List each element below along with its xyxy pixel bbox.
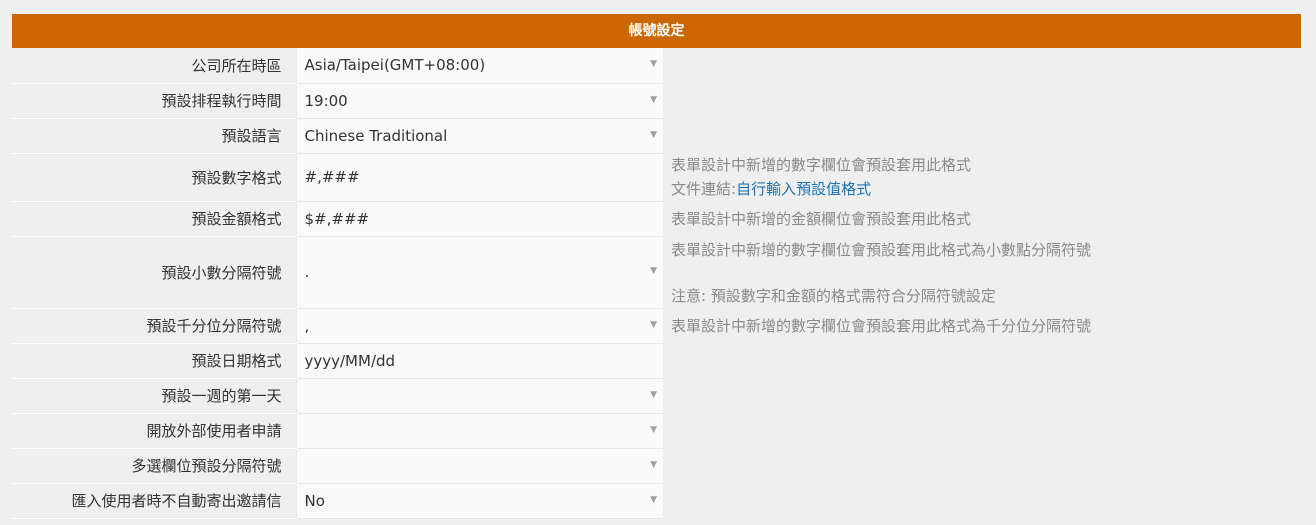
setting-note — [663, 118, 1091, 153]
setting-row-language: 預設語言 Chinese Traditional ▼ — [12, 118, 1091, 154]
caret-down-icon: ▼ — [650, 319, 657, 330]
select-value: , — [304, 316, 310, 335]
currency-format-note: 表單設計中新增的金額欄位會預設套用此格式 — [671, 209, 972, 228]
decimal-separator-select[interactable]: . ▼ — [295, 236, 663, 309]
panel-header: 帳號設定 — [12, 14, 1301, 48]
setting-label: 多選欄位預設分隔符號 — [12, 448, 296, 484]
caret-down-icon: ▼ — [650, 59, 657, 70]
input-value: $#,### — [304, 209, 370, 228]
setting-label: 預設小數分隔符號 — [12, 236, 296, 309]
select-value: No — [304, 491, 325, 510]
setting-label: 預設千分位分隔符號 — [12, 308, 296, 344]
language-select[interactable]: Chinese Traditional ▼ — [295, 118, 663, 154]
setting-row-schedule-time: 預設排程執行時間 19:00 ▼ — [12, 83, 1091, 119]
setting-note — [663, 448, 1091, 483]
setting-note — [663, 413, 1091, 448]
caret-down-icon: ▼ — [650, 129, 657, 140]
setting-row-first-day-of-week: 預設一週的第一天 ▼ — [12, 378, 1091, 414]
caret-down-icon: ▼ — [650, 94, 657, 105]
setting-label: 開放外部使用者申請 — [12, 413, 296, 449]
select-value: Chinese Traditional — [304, 126, 448, 145]
caret-down-icon: ▼ — [650, 389, 657, 400]
setting-label: 匯入使用者時不自動寄出邀請信 — [12, 483, 296, 519]
caret-down-icon: ▼ — [650, 459, 657, 470]
doc-link-prefix: 文件連結: — [671, 180, 737, 198]
setting-label: 預設數字格式 — [12, 153, 296, 202]
note-text: 表單設計中新增的數字欄位會預設套用此格式 — [671, 156, 972, 174]
input-value: #,### — [304, 168, 360, 186]
import-no-invite-select[interactable]: No ▼ — [295, 483, 663, 519]
multiselect-separator-select[interactable]: ▼ — [295, 448, 663, 484]
first-day-of-week-select[interactable]: ▼ — [295, 378, 663, 414]
settings-table: 公司所在時區 Asia/Taipei(GMT+08:00) ▼ 預設排程執行時間… — [12, 48, 1091, 519]
currency-format-input[interactable]: $#,### — [295, 201, 663, 237]
setting-note — [663, 483, 1091, 518]
setting-note — [663, 83, 1091, 118]
caret-down-icon: ▼ — [650, 424, 657, 435]
setting-row-currency-format: 預設金額格式 $#,### 表單設計中新增的金額欄位會預設套用此格式 — [12, 201, 1091, 237]
number-format-input[interactable]: #,### — [295, 153, 663, 202]
setting-row-decimal-separator: 預設小數分隔符號 . ▼ 表單設計中新增的數字欄位會預設套用此格式為小數點分隔符… — [12, 236, 1091, 309]
setting-note — [663, 48, 1091, 83]
setting-row-number-format: 預設數字格式 #,### 表單設計中新增的數字欄位會預設套用此格式 文件連結:自… — [12, 153, 1091, 202]
note-text: 表單設計中新增的數字欄位會預設套用此格式為小數點分隔符號 — [671, 241, 1092, 259]
timezone-select[interactable]: Asia/Taipei(GMT+08:00) ▼ — [295, 48, 663, 84]
setting-row-multiselect-separator: 多選欄位預設分隔符號 ▼ — [12, 448, 1091, 484]
caret-down-icon: ▼ — [650, 266, 657, 276]
thousand-separator-select[interactable]: , ▼ — [295, 308, 663, 344]
setting-row-date-format: 預設日期格式 yyyy/MM/dd — [12, 343, 1091, 379]
number-format-note: 表單設計中新增的數字欄位會預設套用此格式 文件連結:自行輸入預設值格式 — [663, 153, 1091, 201]
warning-text: 注意: 預設數字和金額的格式需符合分隔符號設定 — [671, 287, 996, 305]
setting-row-external-user-application: 開放外部使用者申請 ▼ — [12, 413, 1091, 449]
schedule-time-select[interactable]: 19:00 ▼ — [295, 83, 663, 119]
account-settings-panel: 帳號設定 公司所在時區 Asia/Taipei(GMT+08:00) ▼ 預設排… — [12, 14, 1301, 519]
external-user-application-select[interactable]: ▼ — [295, 413, 663, 449]
doc-link-line: 文件連結:自行輸入預設值格式 — [671, 177, 1091, 201]
thousand-separator-note: 表單設計中新增的數字欄位會預設套用此格式為千分位分隔符號 — [671, 316, 1092, 335]
date-format-input[interactable]: yyyy/MM/dd — [295, 343, 663, 379]
decimal-separator-note: 表單設計中新增的數字欄位會預設套用此格式為小數點分隔符號 注意: 預設數字和金額… — [663, 236, 1091, 308]
setting-label: 預設日期格式 — [12, 343, 296, 379]
setting-row-timezone: 公司所在時區 Asia/Taipei(GMT+08:00) ▼ — [12, 48, 1091, 84]
setting-row-thousand-separator: 預設千分位分隔符號 , ▼ 表單設計中新增的數字欄位會預設套用此格式為千分位分隔… — [12, 308, 1092, 344]
setting-row-import-no-invite: 匯入使用者時不自動寄出邀請信 No ▼ — [12, 483, 1091, 519]
setting-note — [663, 378, 1091, 413]
setting-note — [663, 343, 1091, 378]
select-value: 19:00 — [304, 91, 348, 110]
caret-down-icon: ▼ — [650, 494, 657, 505]
input-value: yyyy/MM/dd — [304, 351, 396, 370]
select-value: Asia/Taipei(GMT+08:00) — [304, 56, 486, 75]
setting-label: 預設一週的第一天 — [12, 378, 296, 414]
setting-label: 預設金額格式 — [12, 201, 296, 237]
setting-label: 公司所在時區 — [12, 48, 296, 84]
setting-label: 預設語言 — [12, 118, 296, 154]
setting-label: 預設排程執行時間 — [12, 83, 296, 119]
doc-link[interactable]: 自行輸入預設值格式 — [736, 180, 871, 198]
select-value: . — [304, 263, 310, 281]
